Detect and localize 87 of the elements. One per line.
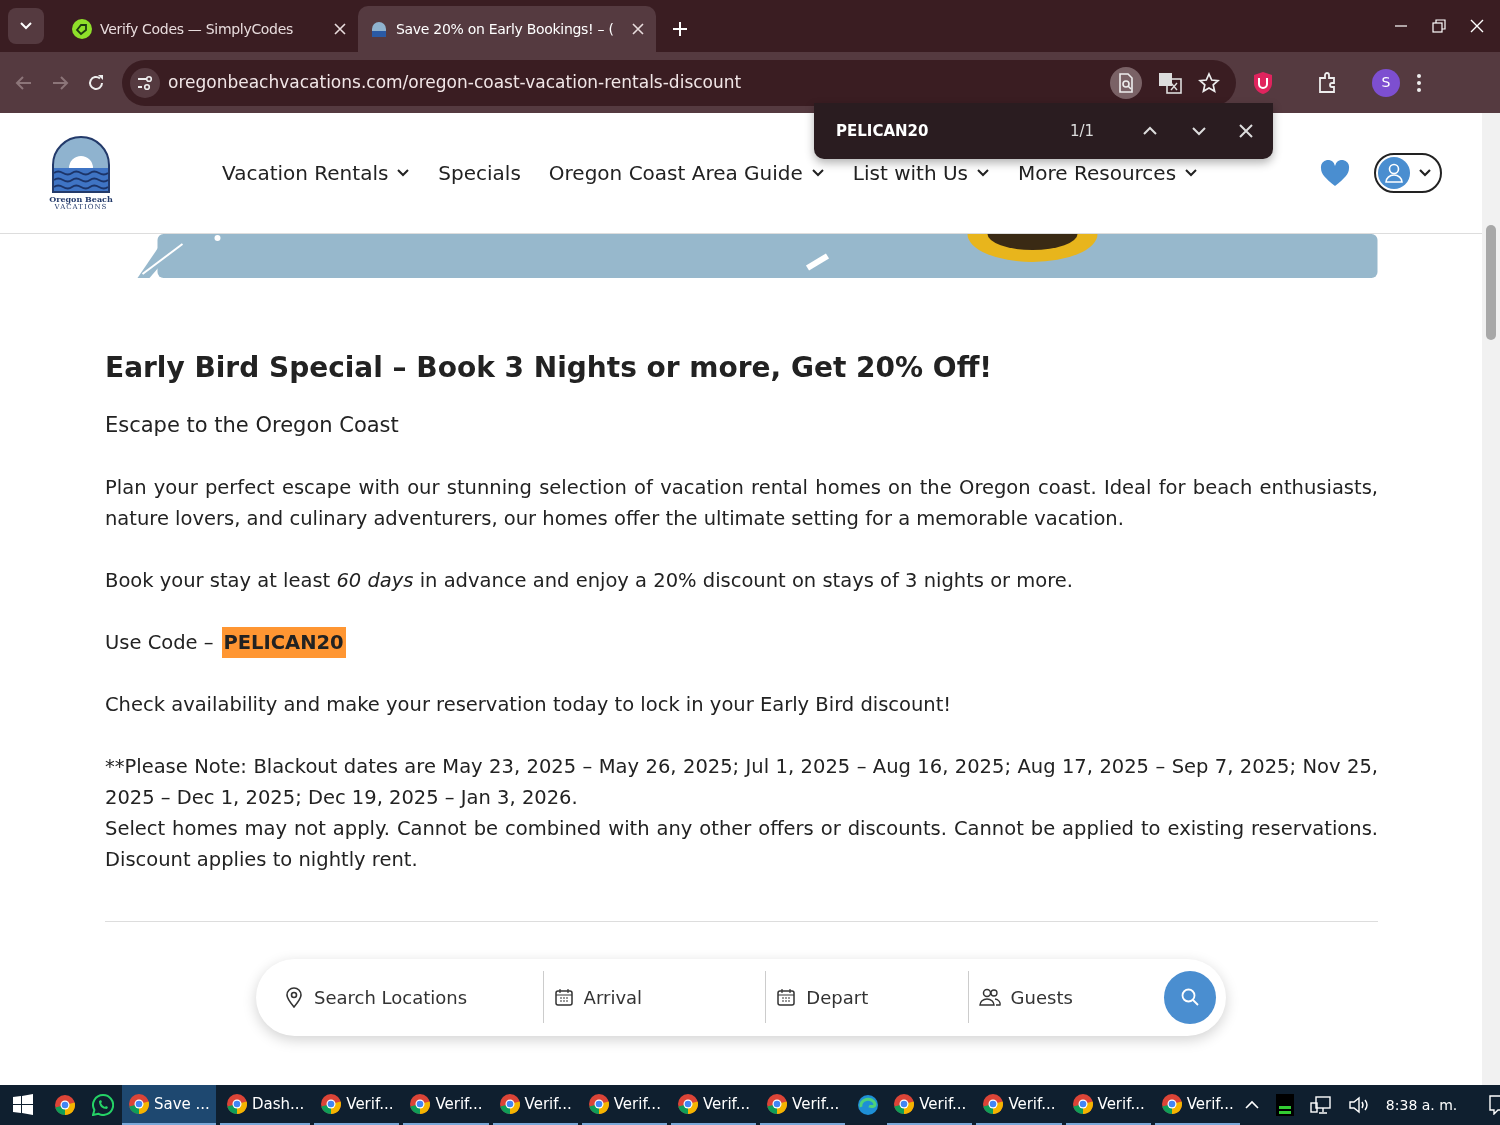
chrome-icon bbox=[893, 1093, 916, 1115]
swirl-icon bbox=[857, 1094, 880, 1116]
speaker-icon[interactable] bbox=[1347, 1095, 1370, 1115]
search-button[interactable] bbox=[1164, 970, 1216, 1024]
note-text: **Please Note: Blackout dates are May 23, 2025 – May 26, 2025; Jul 1, 2025 – Aug 16, 2025; Aug 17, 2025 – Sep 7, 2025; Nov 25, 2025 – Dec 1, 2025; Dec 19, 2025 – Jan 3, 2026. bbox=[105, 753, 1378, 811]
find-in-page-icon[interactable] bbox=[1110, 66, 1142, 99]
chrome-icon bbox=[225, 1093, 248, 1115]
taskbar-button[interactable]: Verif... bbox=[976, 1085, 1062, 1125]
chrome-icon bbox=[320, 1093, 343, 1115]
user-icon bbox=[1378, 157, 1410, 189]
chrome-icon bbox=[54, 1094, 76, 1116]
restore-icon[interactable] bbox=[1432, 19, 1446, 33]
chrome-icon bbox=[409, 1093, 432, 1115]
chrome-icon bbox=[128, 1093, 150, 1115]
date-field[interactable]: Arrival bbox=[581, 982, 766, 1012]
taskbar-button[interactable]: Verif... bbox=[670, 1085, 757, 1125]
promo-code: PELICAN20 bbox=[221, 626, 346, 658]
taskbar-button[interactable]: Verif... bbox=[760, 1085, 846, 1125]
location-field[interactable]: Search Locations bbox=[312, 982, 543, 1012]
chrome-icon bbox=[1160, 1093, 1183, 1115]
taskbar-button[interactable]: Verif... bbox=[887, 1085, 973, 1125]
article-title: Early Bird Special – Book 3 Nights or more, Get 20% Off! bbox=[105, 351, 994, 385]
map-pin-icon bbox=[284, 986, 304, 1009]
more-menu-icon[interactable] bbox=[1416, 72, 1422, 93]
close-icon[interactable] bbox=[334, 23, 346, 35]
taskbar-button[interactable]: Save ... bbox=[122, 1085, 216, 1125]
match-count: 1/1 bbox=[1070, 120, 1095, 142]
chrome-icon bbox=[1071, 1093, 1094, 1115]
meter-icon[interactable] bbox=[1275, 1094, 1294, 1116]
close-icon[interactable] bbox=[632, 23, 644, 35]
chevron-up-icon[interactable] bbox=[1243, 1100, 1260, 1110]
star-icon[interactable] bbox=[1198, 71, 1220, 94]
chrome-icon bbox=[498, 1093, 521, 1115]
nav-link[interactable]: More Resources bbox=[1018, 158, 1199, 188]
search-icon bbox=[1180, 987, 1200, 1008]
article-subtitle: Escape to the Oregon Coast bbox=[105, 412, 400, 438]
nav-link[interactable]: Specials bbox=[438, 158, 521, 188]
site-settings-icon[interactable] bbox=[130, 67, 160, 98]
network-icon[interactable] bbox=[1309, 1095, 1332, 1115]
arch-wave-icon bbox=[51, 134, 111, 193]
chrome-icon bbox=[982, 1093, 1005, 1115]
taskbar-button[interactable]: Verif... bbox=[314, 1085, 400, 1125]
chrome-icon bbox=[676, 1093, 699, 1115]
profile-avatar[interactable]: S bbox=[1372, 68, 1400, 97]
chevron-down-icon[interactable] bbox=[1190, 126, 1207, 136]
logo-text: Oregon Beach bbox=[49, 194, 113, 203]
windows-icon bbox=[12, 1094, 34, 1116]
scrollbar-thumb[interactable] bbox=[1486, 225, 1496, 340]
note-text: Select homes may not apply. Cannot be combined with any other offers or discounts. Cannot be applied to existing reservations. Discount applies to nightly rent. bbox=[105, 815, 1378, 873]
people-icon bbox=[978, 987, 1001, 1008]
chrome-icon bbox=[587, 1093, 610, 1115]
chevron-down-icon bbox=[1418, 168, 1432, 178]
paragraph: Check availability and make your reservation today to lock in your Early Bird discount! bbox=[105, 691, 953, 718]
taskbar-button[interactable]: Verif... bbox=[403, 1085, 489, 1125]
taskbar-button[interactable]: Verif... bbox=[1065, 1085, 1151, 1125]
tag-icon bbox=[72, 19, 92, 39]
browser-tab[interactable]: Verify Codes — SimplyCodes bbox=[60, 6, 358, 52]
close-icon[interactable] bbox=[1239, 124, 1253, 138]
chrome-icon bbox=[766, 1093, 789, 1115]
heart-icon[interactable] bbox=[1320, 159, 1350, 187]
taskbar-button[interactable]: Dash... bbox=[219, 1085, 311, 1125]
calendar-icon bbox=[553, 987, 574, 1008]
chat-bubble-icon bbox=[92, 1094, 114, 1116]
translate-icon[interactable] bbox=[1158, 70, 1182, 95]
chevron-down-icon bbox=[19, 21, 33, 31]
paragraph: Book your stay at least 60 days in advance and enjoy a 20% discount on stays of 3 nights or more. bbox=[105, 567, 1075, 594]
nav-link[interactable]: List with Us bbox=[852, 158, 990, 188]
taskbar-button[interactable]: Verif... bbox=[581, 1085, 667, 1125]
nav-link[interactable]: Vacation Rentals bbox=[222, 158, 411, 188]
taskbar-button[interactable]: Verif... bbox=[492, 1085, 578, 1125]
find-field[interactable]: PELICAN20 bbox=[834, 118, 1054, 144]
calendar-icon bbox=[776, 987, 797, 1008]
reload-icon[interactable] bbox=[86, 72, 106, 93]
clock-text[interactable]: 8:38 a. m. bbox=[1385, 1094, 1458, 1116]
browser-tab[interactable]: Save 20% on Early Bookings! – ( bbox=[358, 6, 656, 52]
plus-icon[interactable] bbox=[672, 21, 688, 37]
account-menu-button[interactable] bbox=[1374, 153, 1442, 193]
guests-field[interactable]: Guests bbox=[1008, 982, 1164, 1012]
arch-logo-icon bbox=[370, 20, 388, 38]
date-field[interactable]: Depart bbox=[804, 982, 968, 1012]
taskbar-button[interactable]: Verif... bbox=[1154, 1085, 1240, 1125]
shield-icon[interactable] bbox=[1252, 70, 1274, 95]
code-label: Use Code – bbox=[105, 629, 214, 656]
chevron-up-icon[interactable] bbox=[1142, 126, 1159, 136]
nav-link[interactable]: Oregon Coast Area Guide bbox=[548, 158, 825, 188]
tab-list-button[interactable] bbox=[8, 8, 44, 44]
paragraph: Plan your perfect escape with our stunning selection of vacation rental homes on the Oregon coast. Ideal for beach enthusiasts, nature lovers, and culinary adventurers, our homes offer the ultimate setting for a memorable vacation. bbox=[105, 474, 1378, 532]
